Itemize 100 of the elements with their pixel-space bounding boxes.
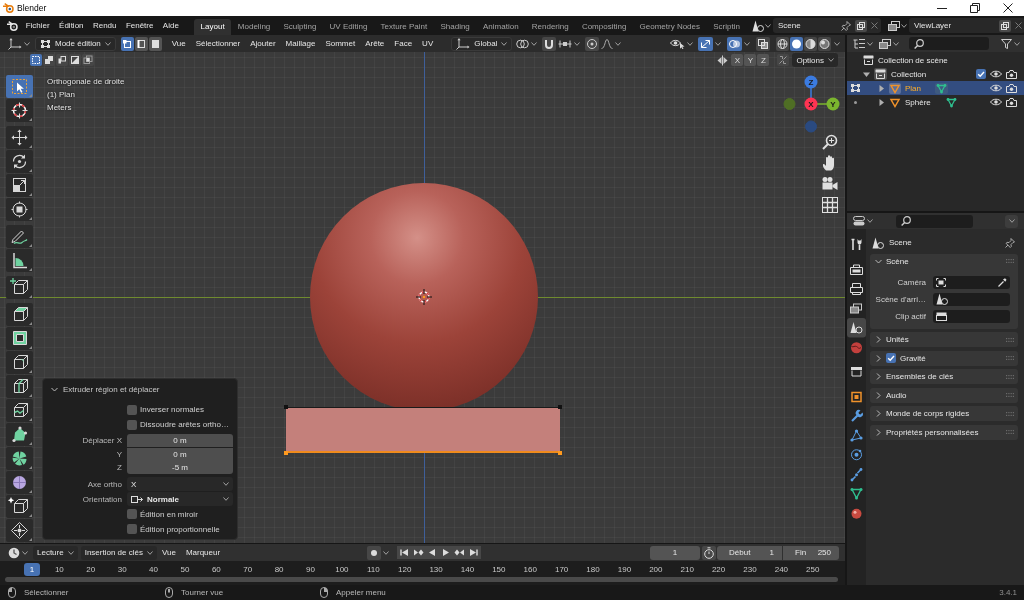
eye-icon[interactable]	[990, 84, 1002, 92]
menu-item[interactable]: Rendu	[88, 16, 122, 35]
workspace-tab[interactable]: Compositing	[575, 19, 633, 35]
face-select-icon[interactable]	[148, 36, 162, 51]
caret-icon[interactable]	[765, 23, 771, 28]
panel-title[interactable]: Scène	[886, 256, 909, 266]
workspace-tab[interactable]: Rendering	[525, 19, 576, 35]
mode-dropdown[interactable]: Mode édition	[35, 36, 116, 51]
end-frame-field[interactable]: Fin 250	[783, 545, 839, 560]
data-field[interactable]	[933, 309, 1010, 323]
grip-icon[interactable]	[1006, 393, 1014, 397]
squares-invert-icon[interactable]	[69, 54, 81, 66]
panel-title[interactable]: Propriétés personnalisées	[886, 427, 979, 437]
transform-icon[interactable]	[6, 198, 33, 221]
caret-icon[interactable]	[501, 41, 508, 46]
polygon-icon[interactable]	[6, 423, 33, 446]
zoom-icon[interactable]	[822, 134, 838, 150]
caret-icon[interactable]	[223, 482, 229, 486]
app-logo-icon[interactable]	[7, 20, 18, 31]
stopwatch-icon[interactable]	[702, 545, 716, 560]
disclosure-triangle-icon[interactable]	[863, 70, 870, 78]
checkbox[interactable]	[976, 69, 986, 79]
checkbox[interactable]	[127, 419, 137, 430]
caret-icon[interactable]	[22, 550, 28, 555]
camera-icon[interactable]	[1006, 83, 1017, 93]
minimize-icon[interactable]	[936, 7, 947, 9]
curve-icon[interactable]	[601, 38, 614, 49]
grip-icon[interactable]	[1006, 259, 1014, 263]
workspace-tab[interactable]: Texture Paint	[373, 19, 434, 35]
grip-icon[interactable]	[1006, 374, 1014, 379]
close-icon[interactable]	[1002, 3, 1013, 13]
arrows-icon[interactable]	[698, 36, 713, 51]
image-stack-icon[interactable]	[879, 38, 891, 49]
select-box-icon[interactable]	[6, 75, 33, 98]
restore-icon[interactable]	[969, 3, 980, 13]
menu-item[interactable]: Vue	[156, 548, 181, 557]
caret-icon[interactable]	[382, 550, 389, 555]
camera-icon[interactable]	[822, 176, 838, 192]
current-frame-field[interactable]: 1	[650, 545, 700, 560]
pin-icon[interactable]	[1005, 237, 1015, 248]
view-layer-field[interactable]: ViewLayer	[909, 18, 1024, 33]
triangle-vertices-icon[interactable]	[944, 96, 958, 108]
caret-icon[interactable]	[1014, 41, 1020, 46]
disclosure-triangle-icon[interactable]	[878, 98, 885, 106]
move-arrows-icon[interactable]	[6, 126, 33, 149]
checkbox[interactable]	[127, 509, 137, 519]
fan-icon[interactable]	[6, 447, 33, 470]
workspace-tab[interactable]: Animation	[476, 19, 526, 35]
menu-item[interactable]: Face	[389, 35, 418, 52]
skip-start-icon[interactable]	[396, 546, 411, 559]
square-vertices-icon[interactable]	[849, 83, 861, 93]
caret-icon[interactable]	[715, 41, 721, 46]
grip-icon[interactable]	[1006, 356, 1014, 360]
chevron-icon[interactable]	[875, 373, 882, 380]
outliner-row[interactable]: Plan	[847, 81, 1024, 95]
checkbox[interactable]	[127, 404, 137, 415]
square-inset-icon[interactable]	[6, 327, 33, 350]
scene-field[interactable]: Scene	[773, 18, 881, 33]
list-tree-icon[interactable]	[853, 38, 865, 49]
dropdown[interactable]: X	[127, 477, 233, 491]
grip-icon[interactable]	[1006, 337, 1014, 342]
mirror-axis-toggle[interactable]: X	[731, 54, 744, 66]
workspace-tab[interactable]: UV Editing	[323, 19, 374, 35]
caret-icon[interactable]	[867, 41, 873, 46]
start-frame-field[interactable]: Début 1	[717, 545, 782, 560]
camera-icon[interactable]	[1006, 69, 1017, 79]
copy-icon[interactable]	[999, 19, 1011, 32]
cube-sparkle-icon[interactable]	[6, 495, 33, 518]
squares-intersect-icon[interactable]	[82, 54, 94, 66]
caret-icon[interactable]	[574, 41, 581, 46]
solid-sphere-icon[interactable]	[790, 36, 803, 51]
number-field[interactable]: 0 m	[127, 447, 233, 461]
linked-rings-icon[interactable]	[516, 38, 530, 49]
caret-icon[interactable]	[687, 41, 693, 46]
number-field[interactable]: 0 m	[127, 434, 233, 448]
menu-item[interactable]: Marqueur	[180, 548, 226, 557]
caret-icon[interactable]	[893, 41, 899, 46]
panel-title[interactable]: Ensembles de clés	[886, 372, 954, 381]
search-field[interactable]	[896, 214, 973, 228]
caret-icon[interactable]	[834, 41, 840, 46]
pencil-icon[interactable]	[6, 225, 33, 248]
workspace-tab[interactable]: Layout	[194, 19, 232, 35]
menu-item[interactable]: Sélectionner	[190, 35, 246, 52]
chevron-icon[interactable]	[875, 354, 882, 362]
checkbox-label[interactable]: Inverser normales	[140, 405, 205, 414]
squares-subtract-icon[interactable]	[56, 54, 68, 66]
caret-icon[interactable]	[615, 41, 622, 46]
caret-icon[interactable]	[24, 41, 30, 46]
dashed-square-icon[interactable]	[30, 54, 42, 66]
squares-union-icon[interactable]	[43, 54, 55, 66]
eyedropper-icon[interactable]	[998, 277, 1007, 287]
pin-icon[interactable]	[841, 20, 851, 31]
eye-arrow-icon[interactable]	[670, 38, 685, 49]
grid-icon[interactable]	[822, 197, 838, 213]
outliner-row[interactable]: Sphère	[847, 95, 1024, 109]
mirror-axis-toggle[interactable]: Y	[744, 54, 757, 66]
menu-item[interactable]: Maillage	[280, 35, 321, 52]
caret-icon[interactable]	[744, 41, 750, 46]
search-field[interactable]	[909, 37, 989, 50]
data-field[interactable]	[933, 275, 1010, 289]
